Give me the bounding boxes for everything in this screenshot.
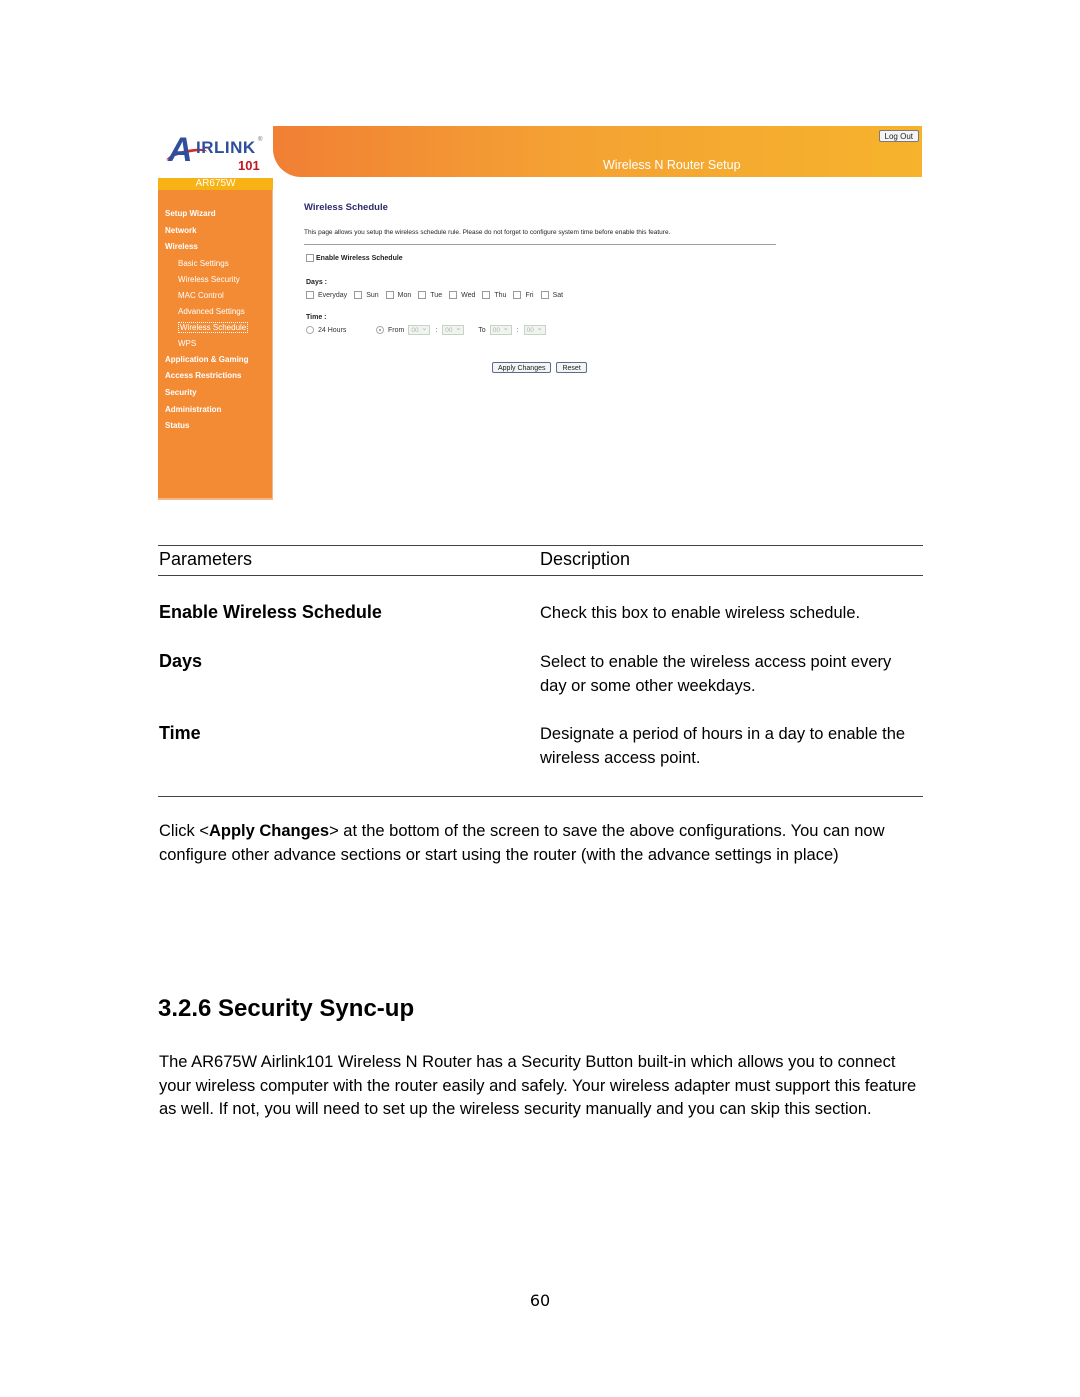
- day-checkbox[interactable]: [540, 291, 549, 299]
- divider: [304, 244, 776, 245]
- enable-schedule-row[interactable]: Enable Wireless Schedule: [306, 254, 403, 262]
- day-label: Mon: [397, 291, 412, 299]
- day-sun[interactable]: Sun: [354, 291, 379, 299]
- sidebar-nav: Setup Wizard Network Wireless Basic Sett…: [158, 190, 273, 500]
- day-checkbox[interactable]: [513, 291, 522, 299]
- time-from-radio[interactable]: [376, 326, 384, 334]
- table-header-rule: [158, 575, 923, 576]
- logo-registered-mark: ®: [258, 137, 263, 143]
- sidebar-item-administration[interactable]: Administration: [165, 404, 272, 421]
- sidebar-subitem-wireless-security[interactable]: Wireless Security: [178, 274, 272, 290]
- sidebar-subitem-mac-control[interactable]: MAC Control: [178, 290, 272, 306]
- reset-button[interactable]: Reset: [556, 362, 587, 373]
- apply-changes-paragraph: Click <Apply Changes> at the bottom of t…: [159, 820, 919, 867]
- day-label: Wed: [461, 291, 476, 299]
- router-screenshot: A IRLINK ® 101 AR675W Setup Wizard Netwo…: [158, 126, 922, 502]
- section-heading: 3.2.6 Security Sync-up: [158, 995, 415, 1022]
- time-24-hours-option[interactable]: 24 Hours: [306, 326, 376, 334]
- sidebar-item-security[interactable]: Security: [165, 387, 272, 404]
- form-actions: Apply Changes Reset: [492, 362, 592, 373]
- day-fri[interactable]: Fri: [513, 291, 534, 299]
- day-mon[interactable]: Mon: [385, 291, 412, 299]
- router-header-title: Wireless N Router Setup: [603, 158, 741, 172]
- paragraph-prefix: Click <: [159, 822, 209, 840]
- day-sat[interactable]: Sat: [540, 291, 564, 299]
- day-label: Tue: [430, 291, 443, 299]
- time-row: 24 Hours From 00 : 00 To 00 : 00: [306, 324, 550, 335]
- table-top-rule: [158, 545, 923, 546]
- paragraph-bold-apply-changes: Apply Changes: [208, 822, 330, 840]
- day-label: Sun: [366, 291, 379, 299]
- model-label: AR675W: [158, 178, 273, 190]
- router-header: Log Out Wireless N Router Setup: [273, 126, 922, 177]
- day-wed[interactable]: Wed: [449, 291, 475, 299]
- day-thu[interactable]: Thu: [482, 291, 506, 299]
- from-hour-select[interactable]: 00: [408, 324, 431, 335]
- day-checkbox[interactable]: [482, 291, 491, 299]
- time-24-hours-label: 24 Hours: [318, 326, 347, 334]
- logo-101: 101: [238, 158, 260, 173]
- from-minute-select[interactable]: 00: [442, 324, 465, 335]
- days-label: Days :: [306, 279, 328, 286]
- column-header-parameters: Parameters: [159, 549, 253, 569]
- day-checkbox[interactable]: [354, 291, 363, 299]
- day-label: Everyday: [318, 291, 348, 299]
- sidebar-subitem-wireless-schedule[interactable]: Wireless Schedule: [178, 321, 272, 338]
- day-checkbox[interactable]: [418, 291, 427, 299]
- sidebar-item-access-restrictions[interactable]: Access Restrictions: [165, 370, 272, 387]
- day-label: Sat: [552, 291, 564, 299]
- sidebar-item-setup-wizard[interactable]: Setup Wizard: [165, 208, 272, 225]
- day-checkbox[interactable]: [449, 291, 458, 299]
- day-checkbox[interactable]: [385, 291, 394, 299]
- to-hour-select[interactable]: 00: [489, 324, 512, 335]
- param-description: Select to enable the wireless access poi…: [540, 653, 892, 695]
- time-24-hours-radio[interactable]: [306, 326, 314, 334]
- page-number: 60: [529, 1291, 551, 1310]
- days-checkbox-group: Everyday Sun Mon Tue Wed Thu Fri Sat: [306, 291, 570, 299]
- param-name: Enable Wireless Schedule: [159, 602, 382, 622]
- enable-schedule-label: Enable Wireless Schedule: [316, 254, 403, 262]
- sidebar-subitem-advanced-settings[interactable]: Advanced Settings: [178, 306, 272, 322]
- time-separator: :: [435, 326, 438, 334]
- sidebar-subitem-wireless-schedule-label: Wireless Schedule: [178, 321, 249, 333]
- time-label: Time :: [306, 314, 327, 321]
- day-everyday[interactable]: Everyday: [306, 291, 347, 299]
- day-label: Thu: [494, 291, 507, 299]
- param-name: Time: [159, 723, 201, 743]
- apply-changes-button[interactable]: Apply Changes: [492, 362, 552, 373]
- table-bottom-rule: [158, 796, 923, 797]
- sidebar-subitem-basic-settings[interactable]: Basic Settings: [178, 258, 272, 274]
- logo-letter-a: A: [168, 131, 193, 169]
- day-tue[interactable]: Tue: [418, 291, 442, 299]
- logout-button[interactable]: Log Out: [878, 130, 919, 142]
- day-label: Fri: [525, 291, 534, 299]
- sidebar-item-status[interactable]: Status: [165, 420, 272, 437]
- panel-description: This page allows you setup the wireless …: [304, 229, 671, 236]
- sidebar-subitem-wps[interactable]: WPS: [178, 338, 272, 354]
- param-description: Designate a period of hours in a day to …: [540, 725, 906, 767]
- panel-title: Wireless Schedule: [304, 202, 388, 213]
- sidebar-item-network[interactable]: Network: [165, 225, 272, 242]
- param-description: Check this box to enable wireless schedu…: [540, 604, 861, 622]
- sidebar-item-application-gaming[interactable]: Application & Gaming: [165, 354, 272, 371]
- day-checkbox[interactable]: [306, 291, 314, 299]
- time-from-option[interactable]: From: [376, 326, 404, 334]
- time-to-label: To: [478, 326, 486, 334]
- sidebar-item-wireless[interactable]: Wireless: [165, 241, 272, 258]
- column-header-description: Description: [540, 549, 631, 569]
- enable-schedule-checkbox[interactable]: [306, 254, 314, 262]
- section-body: The AR675W Airlink101 Wireless N Router …: [159, 1053, 917, 1118]
- logo-brand-text: IRLINK: [196, 138, 256, 157]
- time-separator: :: [516, 326, 519, 334]
- param-name: Days: [159, 651, 203, 671]
- to-minute-select[interactable]: 00: [523, 324, 546, 335]
- airlink-logo: A IRLINK ® 101: [158, 126, 273, 178]
- time-from-label: From: [388, 326, 405, 334]
